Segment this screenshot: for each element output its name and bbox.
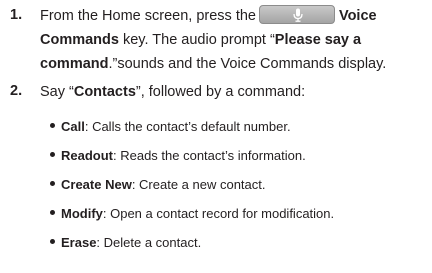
command-description: : Open a contact record for modification… — [102, 206, 335, 221]
command-description: : Reads the contact’s information. — [113, 148, 306, 163]
step-2-text: Say “Contacts”, followed by a command: — [40, 80, 432, 104]
list-item: Call: Calls the contact’s default number… — [50, 119, 291, 134]
bullet-icon — [50, 152, 55, 157]
list-item: Modify: Open a contact record for modifi… — [50, 206, 334, 221]
step-2-line-1: Say “Contacts”, followed by a command: — [40, 80, 432, 104]
bullet-icon — [50, 239, 55, 244]
step-2-outro: ”, followed by a command: — [135, 84, 306, 100]
step-number: 2. — [10, 83, 23, 99]
microphone-icon — [293, 8, 303, 22]
command-description: : Create a new contact. — [131, 177, 266, 192]
step-1-line-3: command.”sounds and the Voice Commands d… — [40, 52, 432, 76]
voice-commands-key — [258, 5, 335, 24]
step-1-line-2-text: key. The audio prompt “ — [118, 32, 275, 48]
step-1-line-2: Commands key. The audio prompt “Please s… — [40, 28, 432, 52]
step-1-text: From the Home screen, press the Voice Co… — [40, 4, 432, 76]
voice-label: Voice — [338, 8, 377, 24]
prompt-text-end: command — [40, 56, 109, 72]
list-item: Erase: Delete a contact. — [50, 235, 201, 250]
command-term: Erase — [61, 235, 97, 250]
commands-label: Commands — [40, 32, 119, 48]
step-1-line-1: From the Home screen, press the Voice — [40, 4, 432, 28]
step-number: 1. — [10, 7, 23, 23]
bullet-icon — [50, 123, 55, 128]
list-item: Create New: Create a new contact. — [50, 177, 266, 192]
command-term: Call — [61, 119, 85, 134]
list-item: Readout: Reads the contact’s information… — [50, 148, 306, 163]
step-1-line-3-text: .”sounds and the Voice Commands display. — [108, 56, 387, 72]
command-description: : Calls the contact’s default number. — [84, 119, 291, 134]
step-2-intro: Say “ — [40, 84, 74, 100]
bullet-icon — [50, 181, 55, 186]
command-term: Create New — [61, 177, 132, 192]
prompt-text-start: Please say a — [274, 32, 362, 48]
bullet-icon — [50, 210, 55, 215]
step-1-intro: From the Home screen, press the — [40, 8, 256, 24]
command-description: : Delete a contact. — [96, 235, 202, 250]
contacts-label: Contacts — [73, 84, 136, 100]
command-term: Readout — [61, 148, 113, 163]
command-term: Modify — [61, 206, 103, 221]
